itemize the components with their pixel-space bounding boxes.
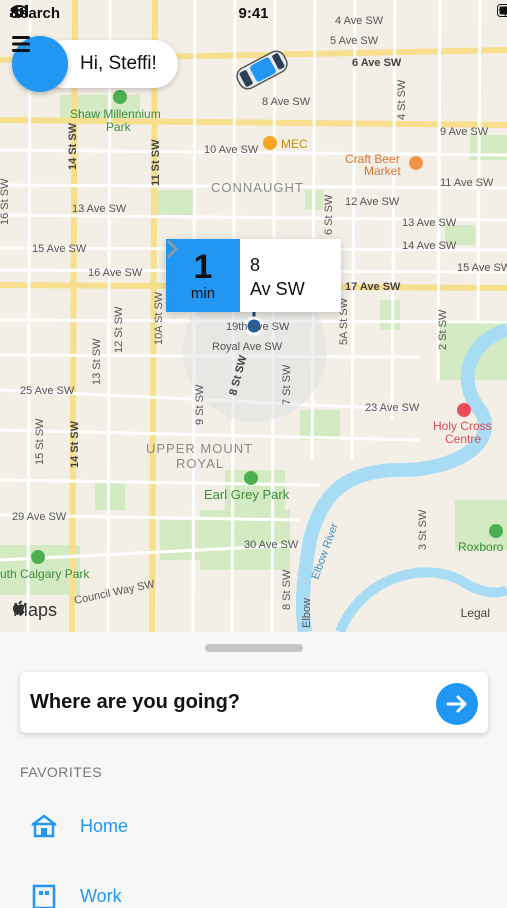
poi-label: Holy Cross: [433, 419, 492, 433]
poi-label: MEC: [281, 137, 308, 151]
map-label: 30 Ave SW: [244, 539, 299, 551]
favorites-heading: FAVORITES: [20, 764, 102, 780]
pickup-eta-card[interactable]: 1 min 8 Av SW: [166, 239, 341, 312]
map-label: 11 St SW: [150, 139, 162, 186]
hamburger-icon: [12, 36, 30, 52]
poi-label: uth Calgary Park: [0, 567, 90, 581]
map-label: 15 St SW: [34, 418, 46, 465]
map-label: 16 St SW: [0, 178, 11, 225]
map-label: 13 St SW: [91, 338, 103, 385]
eta-unit: min: [166, 285, 240, 303]
district-label: CONNAUGHT: [211, 180, 304, 195]
map-label: 8 Ave SW: [262, 96, 311, 108]
legal-link[interactable]: Legal: [461, 606, 490, 620]
go-button[interactable]: [436, 683, 478, 725]
district-label: ROYAL: [176, 456, 224, 471]
map-label: 5 Ave SW: [330, 35, 379, 47]
map-label: 6 St SW: [323, 194, 335, 235]
poi-label: Market: [364, 164, 401, 178]
map-label: 8 St SW: [281, 569, 293, 610]
map-label: 29 Ave SW: [12, 511, 67, 523]
map-label: 16 Ave SW: [88, 267, 143, 279]
greeting-chip: Hi, Steffi!: [12, 36, 157, 92]
pickup-street-line1: 8: [250, 253, 320, 277]
favorite-home[interactable]: Home: [30, 814, 128, 838]
map-view[interactable]: 4 Ave SW 5 Ave SW 6 Ave SW 8 Ave SW 9 Av…: [0, 0, 507, 632]
pickup-street-line2: Av SW: [250, 277, 320, 301]
poi-label: Shaw Millennium: [70, 107, 161, 121]
map-label: 14 Ave SW: [402, 240, 457, 252]
map-canvas: 4 Ave SW 5 Ave SW 6 Ave SW 8 Ave SW 9 Av…: [0, 0, 507, 632]
apple-logo-icon: [13, 600, 26, 616]
destination-search-field[interactable]: Where are you going?: [20, 672, 488, 733]
map-label: 2 St SW: [437, 309, 449, 350]
map-label: 14 St SW: [67, 122, 79, 170]
favorite-work[interactable]: Work: [30, 884, 122, 908]
apple-maps-attribution: Maps: [13, 600, 57, 621]
clock: 9:41: [0, 5, 507, 22]
map-label: 7 St SW: [281, 364, 293, 405]
favorite-home-label: Home: [80, 816, 128, 837]
map-label: 10A St SW: [153, 291, 165, 345]
greeting-text: Hi, Steffi!: [80, 53, 157, 75]
map-label: 17 Ave SW: [345, 281, 401, 293]
menu-button[interactable]: [12, 36, 68, 92]
map-label: Council Way SW: [73, 578, 156, 607]
building-icon: [30, 884, 58, 908]
map-label: Elbow: [301, 598, 313, 628]
map-label: 9 Ave SW: [440, 126, 489, 138]
poi-label: Earl Grey Park: [204, 487, 290, 502]
map-label: 15 Ave SW: [32, 243, 87, 255]
bottom-sheet: Where are you going? FAVORITES Home Work: [0, 632, 507, 900]
map-label: 4 St SW: [396, 79, 408, 120]
destination-prompt: Where are you going?: [30, 691, 240, 714]
map-label: 6 Ave SW: [352, 57, 402, 69]
battery-icon: [497, 4, 507, 17]
arrow-right-icon: [446, 694, 468, 714]
status-bar: Search 9:41: [0, 0, 507, 28]
sheet-drag-handle[interactable]: [205, 644, 303, 652]
map-label: 12 Ave SW: [345, 196, 400, 208]
map-label: 19th Ave SW: [226, 321, 290, 333]
map-label: 15 Ave SW: [457, 262, 507, 274]
map-label: 12 St SW: [113, 306, 125, 353]
map-label: 13 Ave SW: [402, 217, 457, 229]
map-label: 23 Ave SW: [365, 402, 420, 414]
district-label: UPPER MOUNT: [146, 441, 253, 456]
map-label: 25 Ave SW: [20, 385, 75, 397]
map-label: 11 Ave SW: [440, 177, 494, 189]
poi-label: Roxboro: [458, 540, 504, 554]
poi-label: Park: [106, 120, 132, 134]
home-icon: [30, 814, 58, 838]
map-label: 10 Ave SW: [204, 144, 259, 156]
map-label: 3 St SW: [417, 509, 429, 550]
map-label: 9 St SW: [194, 384, 206, 425]
chevron-right-icon: [166, 239, 178, 259]
map-label: Royal Ave SW: [212, 341, 283, 353]
map-label: 14 St SW: [69, 420, 81, 468]
pickup-street: 8 Av SW: [240, 239, 320, 312]
map-label: 13 Ave SW: [72, 203, 127, 215]
poi-label: Centre: [445, 432, 481, 446]
favorite-work-label: Work: [80, 886, 122, 907]
